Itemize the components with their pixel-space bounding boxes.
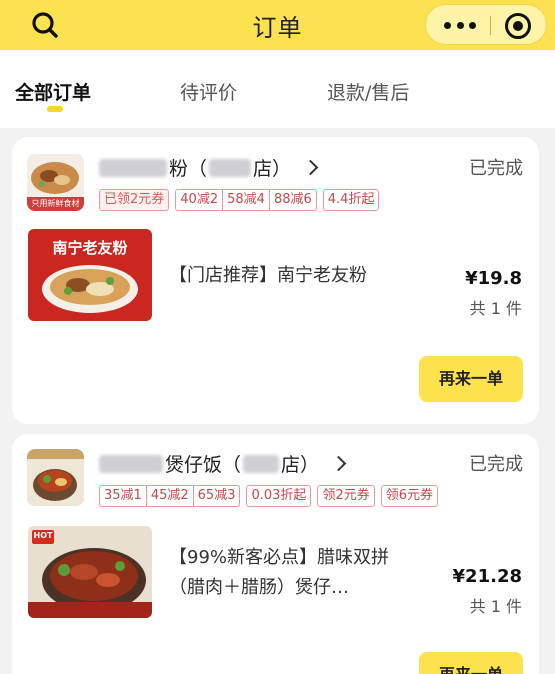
order-status: 已完成 (469, 454, 523, 475)
discount-tag: 65减3 (192, 486, 235, 506)
discount-tag: 35减1 (104, 488, 142, 503)
active-tab-indicator (47, 106, 63, 112)
store-logo[interactable] (27, 449, 84, 506)
store-logo-caption: 只用新鲜食材 (31, 199, 80, 208)
capsule-divider (490, 16, 491, 35)
store-name-partial: 粉（ (169, 158, 208, 180)
order-status: 已完成 (469, 158, 523, 179)
hot-badge: HOT (33, 531, 53, 540)
chevron-right-icon (302, 159, 319, 176)
store-logo[interactable]: 只用新鲜食材 (27, 154, 84, 211)
promo-tags: 已领2元券 40减2 58减4 88减6 4.4折起 (99, 189, 380, 211)
redacted-text (99, 454, 163, 473)
tab-all-orders[interactable]: 全部订单 (15, 78, 91, 105)
store-name-link[interactable]: 粉（ 店） (97, 154, 319, 181)
reorder-button[interactable]: 再来一单 (419, 356, 523, 402)
order-card[interactable]: 煲仔饭（ 店） 已完成 35减1 45减2 65减3 0.03折起 领2元券 领… (12, 434, 539, 674)
coupon-tag: 领6元券 (380, 485, 438, 507)
discount-tag: 45减2 (145, 486, 189, 506)
redacted-text (209, 158, 252, 177)
more-icon[interactable] (440, 18, 480, 32)
redacted-text (99, 158, 167, 177)
order-tabs: 全部订单 待评价 退款/售后 (0, 50, 555, 128)
order-card[interactable]: 只用新鲜食材 粉（ 店） 已完成 已领2元券 40减2 58减4 88减6 4.… (12, 137, 539, 424)
coupon-tag: 领2元券 (317, 485, 375, 507)
store-name-suffix: 店） (253, 158, 292, 180)
store-name-link[interactable]: 煲仔饭（ 店） (97, 450, 347, 477)
discount-tag: 40减2 (180, 192, 219, 207)
order-price: ¥21.28 (452, 566, 522, 587)
item-count: 共 1 件 (469, 299, 522, 318)
discount-tag: 88减6 (268, 190, 312, 210)
mini-program-capsule (425, 4, 547, 45)
tab-pending-review[interactable]: 待评价 (180, 78, 237, 105)
discount-tag: 58减4 (222, 190, 265, 210)
store-logo-image (27, 449, 84, 506)
item-count: 共 1 件 (469, 597, 522, 616)
store-name-suffix: 店） (281, 454, 320, 476)
store-name-partial: 煲仔饭（ (165, 454, 242, 476)
promo-tags: 35减1 45减2 65减3 0.03折起 领2元券 领6元券 (99, 485, 438, 507)
discount-rate-tag: 0.03折起 (246, 485, 312, 507)
coupon-tag: 已领2元券 (99, 189, 170, 211)
order-price: ¥19.8 (465, 268, 522, 289)
product-image[interactable]: 南宁老友粉 (28, 229, 152, 321)
discount-rate-tag: 4.4折起 (322, 189, 380, 211)
redacted-text (243, 454, 280, 473)
product-name: 【门店推荐】南宁老友粉 (169, 265, 367, 286)
chevron-right-icon (330, 455, 347, 472)
top-bar: 订单 (0, 0, 555, 50)
product-image-title: 南宁老友粉 (52, 239, 128, 257)
product-image[interactable]: HOT (28, 526, 152, 618)
reorder-button[interactable]: 再来一单 (419, 652, 523, 674)
tab-refund-aftersale[interactable]: 退款/售后 (327, 78, 409, 105)
discount-tag-group: 40减2 58减4 88减6 (175, 189, 317, 211)
product-name: 【99%新客必点】腊味双拼（腊肉＋腊肠）煲仔… (169, 547, 390, 598)
close-target-icon[interactable] (505, 13, 531, 39)
discount-tag-group: 35减1 45减2 65减3 (99, 485, 241, 507)
